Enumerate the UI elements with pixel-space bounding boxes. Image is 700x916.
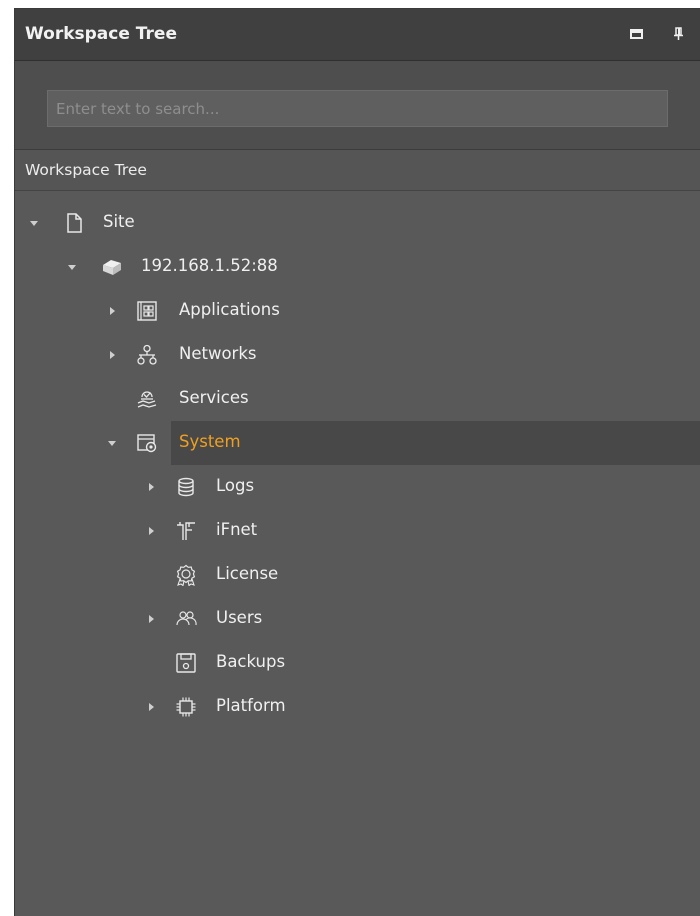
server-icon bbox=[103, 260, 121, 275]
collapsed-arrow-icon[interactable] bbox=[144, 524, 158, 538]
tree-item-services[interactable]: Services bbox=[15, 377, 700, 421]
tree-item-label: Applications bbox=[179, 300, 280, 319]
tree-item-server[interactable]: 192.168.1.52:88 bbox=[15, 245, 700, 289]
search-area bbox=[15, 61, 700, 150]
ifnet-icon bbox=[177, 522, 195, 540]
backup-icon bbox=[176, 653, 196, 673]
tree-item-label: Platform bbox=[216, 696, 286, 715]
tree-item-license[interactable]: License bbox=[15, 553, 700, 597]
tree-item-label: Networks bbox=[179, 344, 257, 363]
tree-item-backups[interactable]: Backups bbox=[15, 641, 700, 685]
selection-highlight bbox=[171, 421, 700, 465]
tree-item-ifnet[interactable]: iFnet bbox=[15, 509, 700, 553]
workspace-tree: Site 192.168.1.52:88 Applications Networ… bbox=[15, 191, 700, 916]
tree-item-label: iFnet bbox=[216, 520, 258, 539]
tree-item-site[interactable]: Site bbox=[15, 201, 700, 245]
tree-item-label: Services bbox=[179, 388, 249, 407]
chip-icon bbox=[176, 697, 196, 717]
tree-item-label: System bbox=[179, 432, 241, 451]
tree-item-label: Logs bbox=[216, 476, 255, 495]
expanded-arrow-icon[interactable] bbox=[27, 216, 41, 230]
tree-item-platform[interactable]: Platform bbox=[15, 685, 700, 729]
tree-item-applications[interactable]: Applications bbox=[15, 289, 700, 333]
section-header: Workspace Tree bbox=[15, 150, 700, 191]
tree-item-system[interactable]: System bbox=[15, 421, 700, 465]
services-icon bbox=[137, 391, 157, 408]
collapsed-arrow-icon[interactable] bbox=[144, 612, 158, 626]
panel-title: Workspace Tree bbox=[25, 24, 177, 44]
search-input[interactable] bbox=[47, 90, 668, 127]
system-settings-icon bbox=[137, 434, 157, 453]
document-icon bbox=[67, 213, 82, 233]
applications-icon bbox=[137, 301, 157, 321]
tree-item-logs[interactable]: Logs bbox=[15, 465, 700, 509]
tree-item-label: Users bbox=[216, 608, 263, 627]
tree-item-users[interactable]: Users bbox=[15, 597, 700, 641]
expanded-arrow-icon[interactable] bbox=[65, 260, 79, 274]
license-icon bbox=[176, 564, 196, 586]
collapsed-arrow-icon[interactable] bbox=[105, 348, 119, 362]
tree-item-label: Site bbox=[103, 212, 135, 231]
tree-item-label: 192.168.1.52:88 bbox=[141, 256, 278, 275]
collapsed-arrow-icon[interactable] bbox=[144, 700, 158, 714]
users-icon bbox=[176, 611, 197, 626]
network-icon bbox=[137, 344, 157, 365]
expanded-arrow-icon[interactable] bbox=[105, 436, 119, 450]
tree-item-label: License bbox=[216, 564, 279, 583]
pin-icon[interactable] bbox=[669, 25, 687, 43]
workspace-tree-panel: Workspace Tree Workspace Tree Site bbox=[14, 8, 700, 916]
tree-item-networks[interactable]: Networks bbox=[15, 333, 700, 377]
tree-item-label: Backups bbox=[216, 652, 286, 671]
collapsed-arrow-icon[interactable] bbox=[105, 304, 119, 318]
database-icon bbox=[178, 477, 194, 497]
panel-titlebar: Workspace Tree bbox=[15, 9, 700, 61]
maximize-icon[interactable] bbox=[627, 25, 645, 43]
section-title: Workspace Tree bbox=[25, 161, 147, 179]
collapsed-arrow-icon[interactable] bbox=[144, 480, 158, 494]
